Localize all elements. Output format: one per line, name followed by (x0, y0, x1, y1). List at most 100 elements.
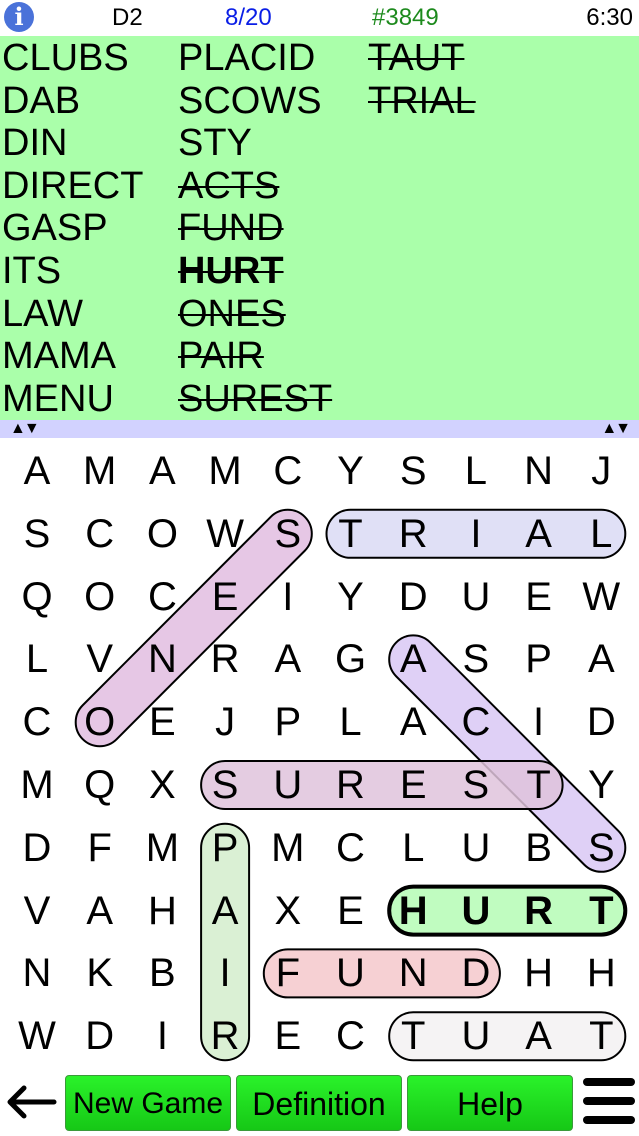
grid-cell[interactable]: L (445, 440, 507, 502)
scroll-arrows-right[interactable]: ▲▼ (601, 420, 631, 438)
grid-cell[interactable]: S (445, 754, 507, 816)
word-list-item[interactable]: SUREST (178, 378, 332, 421)
word-list-item[interactable]: LAW (2, 293, 143, 336)
grid-cell[interactable]: E (131, 691, 193, 753)
arrow-left-icon[interactable] (4, 1082, 58, 1122)
grid-cell[interactable]: A (69, 880, 131, 942)
grid-cell[interactable]: A (194, 880, 256, 942)
word-list-item[interactable]: ACTS (178, 165, 332, 208)
grid-cell[interactable]: V (69, 628, 131, 690)
grid-cell[interactable]: S (6, 503, 68, 565)
grid-cell[interactable]: N (6, 942, 68, 1004)
grid-cell[interactable]: M (194, 440, 256, 502)
grid-cell[interactable]: C (69, 503, 131, 565)
grid-cell[interactable]: U (445, 817, 507, 879)
grid-cell[interactable]: N (131, 628, 193, 690)
grid-cell[interactable]: V (6, 880, 68, 942)
grid-cell[interactable]: I (445, 503, 507, 565)
grid-cell[interactable]: U (445, 880, 507, 942)
grid-cell[interactable]: A (382, 691, 444, 753)
grid-cell[interactable]: T (508, 754, 570, 816)
word-list-item[interactable]: DAB (2, 80, 143, 123)
letter-grid[interactable]: AMAMCYSLNJSCOWSTRIALQOCEIYDUEWLVNRAGASPA… (0, 440, 639, 1068)
word-list-panel[interactable]: CLUBS DAB DIN DIRECT GASP ITS LAW MAMA MENU PLAC… (0, 36, 639, 420)
word-list-item[interactable]: GASP (2, 207, 143, 250)
grid-cell[interactable]: L (382, 817, 444, 879)
grid-cell[interactable]: I (257, 566, 319, 628)
grid-cell[interactable]: O (69, 691, 131, 753)
grid-cell[interactable]: D (382, 566, 444, 628)
grid-cell[interactable]: C (320, 1005, 382, 1067)
grid-cell[interactable]: N (382, 942, 444, 1004)
grid-cell[interactable]: N (508, 440, 570, 502)
grid-cell[interactable]: Y (320, 566, 382, 628)
grid-cell[interactable]: S (257, 503, 319, 565)
grid-cell[interactable]: G (320, 628, 382, 690)
word-list-item[interactable]: CLUBS (2, 37, 143, 80)
grid-cell[interactable]: M (69, 440, 131, 502)
grid-cell[interactable]: C (445, 691, 507, 753)
grid-cell[interactable]: B (131, 942, 193, 1004)
grid-cell[interactable]: X (257, 880, 319, 942)
grid-cell[interactable]: E (320, 880, 382, 942)
grid-cell[interactable]: H (382, 880, 444, 942)
grid-cell[interactable]: T (320, 503, 382, 565)
grid-cell[interactable]: L (320, 691, 382, 753)
grid-cell[interactable]: C (131, 566, 193, 628)
word-list-item[interactable]: MAMA (2, 335, 143, 378)
grid-cell[interactable]: I (194, 942, 256, 1004)
grid-cell[interactable]: U (257, 754, 319, 816)
grid-cell[interactable]: T (382, 1005, 444, 1067)
grid-cell[interactable]: H (508, 942, 570, 1004)
grid-cell[interactable]: M (6, 754, 68, 816)
grid-cell[interactable]: B (508, 817, 570, 879)
grid-cell[interactable]: R (382, 503, 444, 565)
definition-button[interactable]: Definition (236, 1075, 402, 1131)
grid-cell[interactable]: I (508, 691, 570, 753)
word-list-item[interactable]: TAUT (368, 37, 476, 80)
grid-cell[interactable]: I (131, 1005, 193, 1067)
grid-cell[interactable]: A (570, 628, 632, 690)
grid-cell[interactable]: Y (570, 754, 632, 816)
grid-cell[interactable]: C (320, 817, 382, 879)
grid-cell[interactable]: A (382, 628, 444, 690)
grid-cell[interactable]: S (382, 440, 444, 502)
grid-cell[interactable]: M (257, 817, 319, 879)
help-button[interactable]: Help (407, 1075, 573, 1131)
grid-cell[interactable]: R (508, 880, 570, 942)
grid-cell[interactable]: Q (6, 566, 68, 628)
grid-cell[interactable]: D (445, 942, 507, 1004)
new-game-button[interactable]: New Game (65, 1075, 231, 1131)
word-list-item[interactable]: PAIR (178, 335, 332, 378)
grid-cell[interactable]: O (69, 566, 131, 628)
grid-cell[interactable]: L (6, 628, 68, 690)
word-list-item[interactable]: MENU (2, 378, 143, 421)
grid-cell[interactable]: E (508, 566, 570, 628)
grid-cell[interactable]: A (508, 1005, 570, 1067)
grid-cell[interactable]: S (570, 817, 632, 879)
word-list-item[interactable]: ONES (178, 293, 332, 336)
info-icon[interactable]: i (4, 2, 34, 32)
grid-cell[interactable]: C (257, 440, 319, 502)
word-list-item[interactable]: DIN (2, 122, 143, 165)
grid-cell[interactable]: P (194, 817, 256, 879)
grid-cell[interactable]: Q (69, 754, 131, 816)
grid-cell[interactable]: E (194, 566, 256, 628)
grid-cell[interactable]: S (445, 628, 507, 690)
grid-cell[interactable]: W (570, 566, 632, 628)
grid-cell[interactable]: T (570, 1005, 632, 1067)
grid-cell[interactable]: F (257, 942, 319, 1004)
grid-cell[interactable]: E (257, 1005, 319, 1067)
grid-cell[interactable]: R (320, 754, 382, 816)
grid-cell[interactable]: T (570, 880, 632, 942)
grid-cell[interactable]: H (131, 880, 193, 942)
grid-cell[interactable]: P (508, 628, 570, 690)
grid-cell[interactable]: D (6, 817, 68, 879)
grid-cell[interactable]: L (570, 503, 632, 565)
word-list-scrollbar[interactable]: ▲▼ ▲▼ (0, 420, 639, 438)
word-list-item[interactable]: DIRECT (2, 165, 143, 208)
word-list-item[interactable]: SCOWS (178, 80, 332, 123)
grid-cell[interactable]: Y (320, 440, 382, 502)
grid-cell[interactable]: A (508, 503, 570, 565)
grid-cell[interactable]: A (257, 628, 319, 690)
